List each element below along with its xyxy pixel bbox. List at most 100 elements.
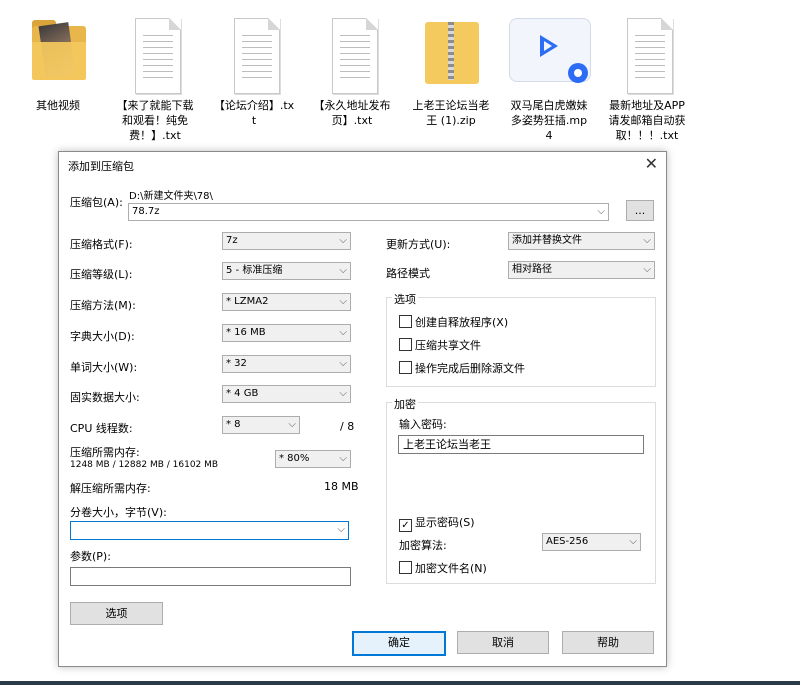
checkbox-box — [399, 338, 412, 351]
text-file-icon — [322, 12, 382, 96]
mem-decomp-label: 解压缩所需内存: — [70, 482, 151, 495]
mem-comp-detail: 1248 MB / 12882 MB / 16102 MB — [70, 460, 219, 470]
cancel-button[interactable]: 取消 — [457, 631, 549, 654]
add-to-archive-dialog: 添加到压缩包 ✕ 压缩包(A): D:\新建文件夹\78\ 78.7z ⌵ ..… — [58, 151, 667, 667]
desktop-icon-txt-4[interactable]: 最新地址及APP请发邮箱自动获取！！！.txt — [606, 12, 688, 143]
checkbox-box — [399, 361, 412, 374]
chevron-down-icon: ⌵ — [629, 536, 637, 547]
level-label: 压缩等级(L): — [70, 268, 133, 281]
password-label: 输入密码: — [399, 418, 447, 431]
close-icon[interactable]: ✕ — [645, 154, 658, 173]
shared-files-checkbox[interactable]: 压缩共享文件 — [399, 337, 481, 353]
solid-select[interactable]: * 4 GB ⌵ — [222, 385, 351, 403]
desktop-icon-label: 上老王论坛当老王 (1).zip — [412, 99, 490, 127]
mem-comp-value: * 80% — [279, 453, 310, 464]
desktop-icon-zip[interactable]: 上老王论坛当老王 (1).zip — [410, 12, 492, 128]
check-icon: ✓ — [399, 519, 412, 532]
params-label: 参数(P): — [70, 550, 111, 563]
pathmode-label: 路径模式 — [386, 267, 430, 280]
dict-select[interactable]: * 16 MB ⌵ — [222, 324, 351, 342]
folder-icon — [28, 12, 88, 96]
delete-after-label: 操作完成后删除源文件 — [415, 362, 525, 375]
ok-button[interactable]: 确定 — [352, 631, 446, 656]
format-value: 7z — [226, 235, 238, 246]
desktop-icon-label: 【论坛介绍】.txt — [213, 99, 295, 127]
sfx-label: 创建自释放程序(X) — [415, 316, 509, 329]
encrypt-method-select[interactable]: AES-256 ⌵ — [542, 533, 641, 551]
level-select[interactable]: 5 - 标准压缩 ⌵ — [222, 262, 351, 280]
checkbox-box — [399, 315, 412, 328]
level-value: 5 - 标准压缩 — [226, 265, 283, 276]
help-button[interactable]: 帮助 — [562, 631, 654, 654]
desktop-icon-label: 【永久地址发布页】.txt — [313, 99, 391, 127]
taskbar-edge — [0, 681, 800, 685]
zip-file-icon — [421, 12, 481, 96]
chevron-down-icon: ⌵ — [339, 296, 347, 307]
method-label: 压缩方法(M): — [70, 299, 136, 312]
sfx-checkbox[interactable]: 创建自释放程序(X) — [399, 314, 508, 330]
encrypt-names-label: 加密文件名(N) — [415, 562, 487, 575]
word-value: * 32 — [226, 358, 247, 369]
format-label: 压缩格式(F): — [70, 238, 133, 251]
chevron-down-icon: ⌵ — [339, 235, 347, 246]
solid-value: * 4 GB — [226, 388, 259, 399]
desktop-icon-mp4[interactable]: 双马尾白虎嫩妹多姿势狂插.mp4 — [508, 12, 591, 143]
desktop-icon-txt-1[interactable]: 【来了就能下载和观看！纯免费！】.txt — [114, 12, 196, 143]
solid-label: 固实数据大小: — [70, 391, 140, 404]
desktop-icon-label: 双马尾白虎嫩妹多姿势狂插.mp4 — [510, 99, 588, 142]
archive-label: 压缩包(A): — [70, 196, 123, 209]
desktop-icon-label: 其他视频 — [36, 99, 80, 112]
mem-comp-select[interactable]: * 80% ⌵ — [275, 450, 351, 468]
text-file-icon — [617, 12, 677, 96]
chevron-down-icon: ⌵ — [339, 265, 347, 276]
encryption-group-title: 加密 — [392, 396, 418, 412]
method-value: * LZMA2 — [226, 296, 269, 307]
chevron-down-icon: ⌵ — [597, 206, 605, 217]
update-value: 添加并替换文件 — [512, 235, 582, 246]
options-button[interactable]: 选项 — [70, 602, 163, 625]
threads-label: CPU 线程数: — [70, 422, 133, 435]
threads-select[interactable]: * 8 ⌵ — [222, 416, 300, 434]
desktop-icon-label: 【来了就能下载和观看！纯免费！】.txt — [116, 99, 194, 142]
chevron-down-icon: ⌵ — [339, 453, 347, 464]
desktop-icon-label: 最新地址及APP请发邮箱自动获取！！！.txt — [608, 99, 686, 142]
chevron-down-icon: ⌵ — [339, 327, 347, 338]
shared-files-label: 压缩共享文件 — [415, 339, 481, 352]
chevron-down-icon: ⌵ — [643, 235, 651, 246]
delete-after-checkbox[interactable]: 操作完成后删除源文件 — [399, 360, 525, 376]
show-password-label: 显示密码(S) — [415, 516, 475, 529]
chevron-down-icon: ⌵ — [288, 419, 296, 430]
pathmode-value: 相对路径 — [512, 264, 552, 275]
encrypt-names-checkbox[interactable]: 加密文件名(N) — [399, 560, 487, 576]
volume-combo[interactable]: ⌵ — [70, 521, 349, 540]
archive-name-value: 78.7z — [132, 206, 160, 217]
encrypt-method-label: 加密算法: — [399, 539, 447, 552]
chevron-down-icon: ⌵ — [339, 388, 347, 399]
show-password-checkbox[interactable]: ✓ 显示密码(S) — [399, 514, 475, 532]
browse-button[interactable]: ... — [626, 200, 654, 221]
archive-path: D:\新建文件夹\78\ — [129, 191, 213, 202]
params-input[interactable] — [70, 567, 351, 586]
dialog-title: 添加到压缩包 — [68, 160, 134, 173]
options-group-title: 选项 — [392, 291, 418, 307]
archive-name-combo[interactable]: 78.7z ⌵ — [128, 203, 609, 221]
text-file-icon — [125, 12, 185, 96]
mem-decomp-value: 18 MB — [324, 480, 359, 493]
word-select[interactable]: * 32 ⌵ — [222, 355, 351, 373]
checkbox-box — [399, 561, 412, 574]
desktop-icon-folder[interactable]: 其他视频 — [17, 12, 99, 113]
dict-label: 字典大小(D): — [70, 330, 135, 343]
format-select[interactable]: 7z ⌵ — [222, 232, 351, 250]
password-input[interactable]: 上老王论坛当老王 — [398, 435, 644, 454]
update-label: 更新方式(U): — [386, 238, 451, 251]
method-select[interactable]: * LZMA2 ⌵ — [222, 293, 351, 311]
update-select[interactable]: 添加并替换文件 ⌵ — [508, 232, 655, 250]
chevron-down-icon: ⌵ — [339, 358, 347, 369]
desktop-icon-txt-3[interactable]: 【永久地址发布页】.txt — [311, 12, 393, 128]
mem-comp-label: 压缩所需内存: — [70, 446, 140, 459]
word-label: 单词大小(W): — [70, 361, 138, 374]
pathmode-select[interactable]: 相对路径 ⌵ — [508, 261, 655, 279]
encrypt-method-value: AES-256 — [546, 536, 589, 547]
desktop-icon-txt-2[interactable]: 【论坛介绍】.txt — [213, 12, 295, 128]
threads-max: / 8 — [340, 420, 355, 433]
